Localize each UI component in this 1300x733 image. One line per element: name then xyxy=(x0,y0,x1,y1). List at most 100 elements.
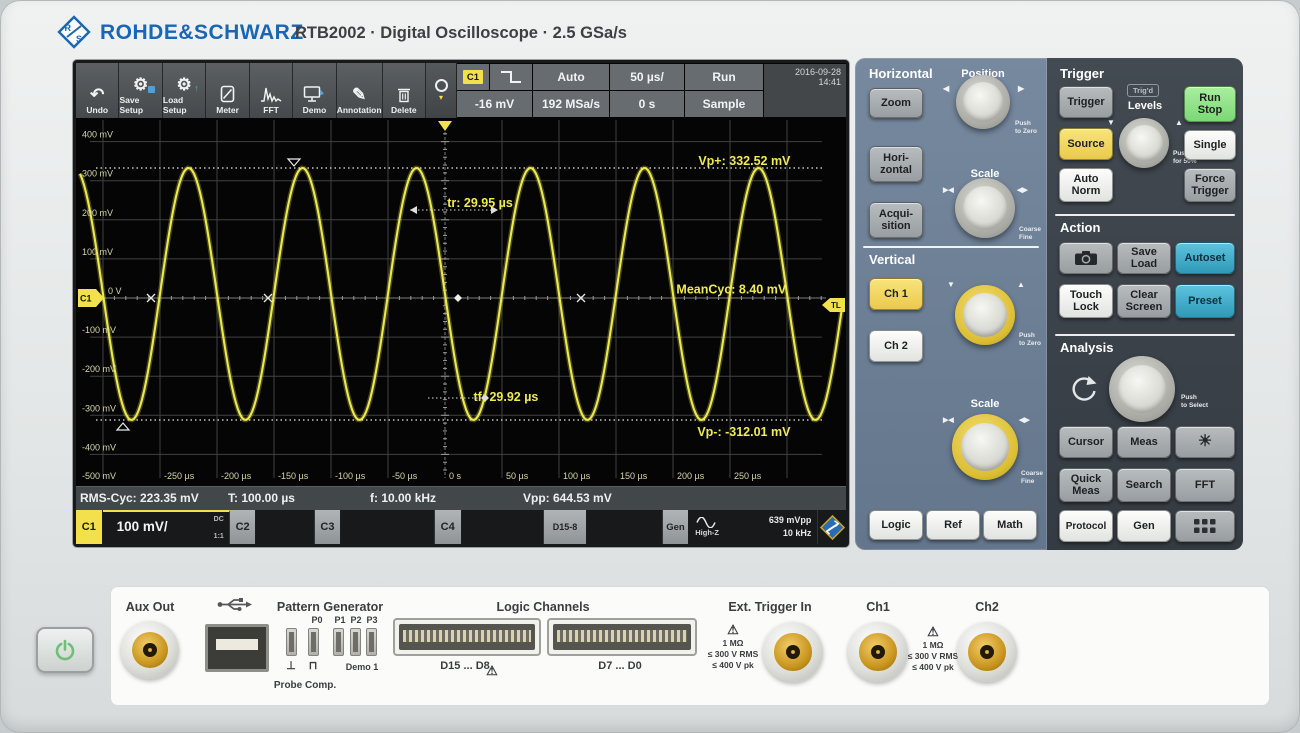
trigger-action-analysis-panel: Trigger Trigger Trig'd Levels Run Stop ▼… xyxy=(1047,58,1243,550)
annotation-button[interactable]: ✎ Annotation xyxy=(337,63,383,118)
generator-amplitude: 639 mVpp xyxy=(719,514,811,528)
status-sample-rate[interactable]: 192 MSa/s xyxy=(533,91,609,117)
ext-trigger-warning: ⚠ 1 MΩ ≤ 300 V RMS ≤ 400 V pk xyxy=(708,622,759,670)
sine-wave-icon xyxy=(696,517,718,528)
status-trigger-slope[interactable] xyxy=(490,64,532,90)
status-horizontal-position[interactable]: 0 s xyxy=(610,91,684,117)
screenshot-button[interactable] xyxy=(1059,242,1113,274)
channel2-settings[interactable] xyxy=(256,510,314,544)
ref-button[interactable]: Ref xyxy=(926,510,980,540)
fft-panel-button[interactable]: FFT xyxy=(1175,468,1235,502)
logic-channels-label: Logic Channels xyxy=(496,600,589,614)
undo-icon: ↶ xyxy=(90,77,104,103)
expand-icon: ◀▶ xyxy=(1017,186,1028,194)
single-button[interactable]: Single xyxy=(1184,130,1236,160)
force-trigger-button[interactable]: Force Trigger xyxy=(1184,168,1236,202)
result-vpp: Vpp: 644.53 mV xyxy=(523,491,612,505)
protocol-button[interactable]: Protocol xyxy=(1059,510,1113,542)
meter-button[interactable]: Meter xyxy=(206,63,249,118)
math-button[interactable]: Math xyxy=(983,510,1037,540)
svg-text:-100 mV: -100 mV xyxy=(82,325,116,335)
generator-mode: High-Z xyxy=(695,517,719,537)
gen-button[interactable]: Gen xyxy=(1117,510,1171,542)
svg-text:S: S xyxy=(76,34,82,44)
ground-icon: ⊥ xyxy=(286,659,296,672)
screen-toolbar: ↶ Undo ⚙ Save Setup ⚙↑ Load Setup Meter … xyxy=(76,63,426,118)
svg-text:-200 mV: -200 mV xyxy=(82,364,116,374)
divider xyxy=(863,246,1039,248)
status-timebase[interactable]: 50 µs/ xyxy=(610,64,684,90)
status-trigger-source[interactable]: C1 xyxy=(457,64,489,90)
tab-channel1[interactable]: C1 xyxy=(76,510,103,544)
cursor-button[interactable]: Cursor xyxy=(1059,426,1113,458)
fft-button[interactable]: FFT xyxy=(250,63,293,118)
generator-settings[interactable]: High-Z 639 mVpp 10 kHz xyxy=(689,510,818,544)
status-trigger-mode[interactable]: Auto xyxy=(533,64,609,90)
measurement-results-bar: RMS-Cyc: 223.35 mV T: 100.00 µs f: 10.00… xyxy=(76,486,846,511)
demo-button[interactable]: Demo xyxy=(293,63,336,118)
zoom-button[interactable]: Zoom xyxy=(869,88,923,118)
status-acquisition-mode[interactable]: Sample xyxy=(685,91,763,117)
channel3-settings[interactable] xyxy=(341,510,435,544)
trigd-indicator: Trig'd xyxy=(1127,84,1159,97)
channel1-coupling: DC xyxy=(214,516,224,523)
tab-channel4[interactable]: C4 xyxy=(435,510,462,544)
svg-text:-150 µs: -150 µs xyxy=(278,471,309,481)
trigger-level-knob[interactable] xyxy=(1119,118,1169,168)
d15-d8-label: D15 ... D8 xyxy=(440,660,490,672)
horizontal-button[interactable]: Hori- zontal xyxy=(869,146,923,182)
delete-button[interactable]: Delete xyxy=(383,63,426,118)
horizontal-vertical-panel: Horizontal Zoom Hori- zontal Acqui- siti… xyxy=(855,58,1047,550)
rotate-icon xyxy=(1069,374,1099,409)
channel2-button[interactable]: Ch 2 xyxy=(869,330,923,362)
vertical-scale-label: Scale xyxy=(955,398,1015,410)
tab-channel3[interactable]: C3 xyxy=(315,510,342,544)
status-run-state[interactable]: Run xyxy=(685,64,763,90)
waveform-graph: C1TL400 mV300 mV200 mV100 mV0 V-100 mV-2… xyxy=(76,118,846,486)
date-text: 2016-09-28 xyxy=(795,67,841,77)
vertical-position-knob[interactable] xyxy=(955,285,1015,345)
search-button[interactable]: Search xyxy=(1117,468,1171,502)
waveform-display: C1TL400 mV300 mV200 mV100 mV0 V-100 mV-2… xyxy=(76,118,846,486)
status-trigger-level[interactable]: -16 mV xyxy=(457,91,532,117)
acquisition-button[interactable]: Acqui- sition xyxy=(869,202,923,238)
tab-channel2[interactable]: C2 xyxy=(230,510,257,544)
vertical-scale-knob[interactable] xyxy=(952,414,1018,480)
load-setup-button[interactable]: ⚙↑ Load Setup xyxy=(163,63,206,118)
meas-button[interactable]: Meas xyxy=(1117,426,1171,458)
apps-button[interactable] xyxy=(1175,510,1235,542)
logic-button[interactable]: Logic xyxy=(869,510,923,540)
divider xyxy=(1055,334,1235,336)
ground-pin xyxy=(286,628,297,656)
channel-bar: C1 100 mV/ DC 1:1 C2 C3 C4 D15-8 Gen Hig… xyxy=(76,510,846,544)
channel1-button[interactable]: Ch 1 xyxy=(869,278,923,310)
source-button[interactable]: Source xyxy=(1059,128,1113,160)
camera-icon xyxy=(1074,250,1098,266)
autoset-button[interactable]: Autoset xyxy=(1175,242,1235,274)
preset-button[interactable]: Preset xyxy=(1175,284,1235,318)
clear-screen-button[interactable]: Clear Screen xyxy=(1117,284,1171,318)
tab-generator[interactable]: Gen xyxy=(663,510,690,544)
tab-logic-d15-8[interactable]: D15-8 xyxy=(544,510,586,544)
run-stop-button[interactable]: Run Stop xyxy=(1184,86,1236,122)
delete-trash-icon xyxy=(397,77,411,103)
touch-lock-button[interactable]: Touch Lock xyxy=(1059,284,1113,318)
channel4-settings[interactable] xyxy=(462,510,545,544)
quick-meas-button[interactable]: Quick Meas xyxy=(1059,468,1113,502)
save-setup-button[interactable]: ⚙ Save Setup xyxy=(119,63,162,118)
left-arrow-icon: ◀ xyxy=(943,84,949,93)
down-arrow-icon: ▼ xyxy=(947,280,955,289)
horizontal-position-knob[interactable] xyxy=(956,75,1010,129)
undo-button[interactable]: ↶ Undo xyxy=(76,63,119,118)
horizontal-scale-knob[interactable] xyxy=(955,178,1015,238)
trigger-button[interactable]: Trigger xyxy=(1059,86,1113,118)
meter-icon xyxy=(220,77,235,103)
navigation-knob[interactable] xyxy=(1109,356,1175,422)
logic-settings[interactable] xyxy=(587,510,663,544)
auto-norm-button[interactable]: Auto Norm xyxy=(1059,168,1113,202)
channel1-settings[interactable]: 100 mV/ DC 1:1 xyxy=(103,510,230,544)
intensity-button[interactable]: ☀ xyxy=(1175,426,1235,458)
power-button[interactable] xyxy=(36,627,94,673)
save-load-button[interactable]: Save Load xyxy=(1117,242,1171,274)
toolbar-expand-button[interactable]: ▾ xyxy=(426,63,457,118)
